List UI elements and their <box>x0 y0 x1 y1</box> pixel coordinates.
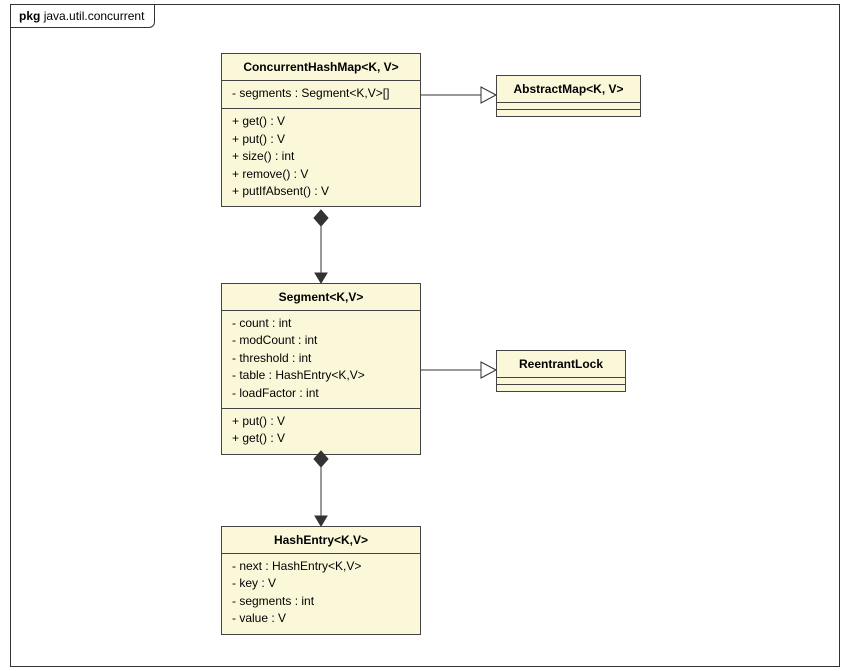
empty-methods <box>497 385 625 391</box>
class-attributes: - next : HashEntry<K,V> - key : V - segm… <box>222 554 420 634</box>
attribute-line: - threshold : int <box>232 350 410 367</box>
empty-attributes <box>497 378 625 385</box>
class-title: AbstractMap<K, V> <box>497 76 640 103</box>
attribute-line: - segments : int <box>232 593 410 610</box>
empty-attributes <box>497 103 640 110</box>
method-line: + get() : V <box>232 430 410 447</box>
method-line: + putIfAbsent() : V <box>232 183 410 200</box>
class-reentrantlock: ReentrantLock <box>496 350 626 392</box>
class-attributes: - segments : Segment<K,V>[] <box>222 81 420 109</box>
class-attributes: - count : int - modCount : int - thresho… <box>222 311 420 409</box>
attribute-line: - value : V <box>232 610 410 627</box>
package-keyword: pkg <box>19 9 40 23</box>
attribute-line: - loadFactor : int <box>232 385 410 402</box>
attribute-line: - table : HashEntry<K,V> <box>232 367 410 384</box>
class-title: ReentrantLock <box>497 351 625 378</box>
method-line: + put() : V <box>232 413 410 430</box>
attribute-line: - key : V <box>232 575 410 592</box>
class-title: HashEntry<K,V> <box>222 527 420 554</box>
attribute-line: - next : HashEntry<K,V> <box>232 558 410 575</box>
class-methods: + put() : V + get() : V <box>222 409 420 454</box>
connectors-layer <box>11 5 839 666</box>
package-name: java.util.concurrent <box>44 9 145 23</box>
class-hashentry: HashEntry<K,V> - next : HashEntry<K,V> -… <box>221 526 421 635</box>
method-line: + put() : V <box>232 131 410 148</box>
method-line: + get() : V <box>232 113 410 130</box>
class-abstractmap: AbstractMap<K, V> <box>496 75 641 117</box>
package-tab: pkg java.util.concurrent <box>10 4 155 28</box>
class-title: ConcurrentHashMap<K, V> <box>222 54 420 81</box>
attribute-line: - count : int <box>232 315 410 332</box>
class-concurrenthashmap: ConcurrentHashMap<K, V> - segments : Seg… <box>221 53 421 207</box>
method-line: + size() : int <box>232 148 410 165</box>
empty-methods <box>497 110 640 116</box>
method-line: + remove() : V <box>232 166 410 183</box>
package-frame: pkg java.util.concurrent ConcurrentHashM… <box>10 4 840 667</box>
attribute-line: - modCount : int <box>232 332 410 349</box>
class-title: Segment<K,V> <box>222 284 420 311</box>
attribute-line: - segments : Segment<K,V>[] <box>232 85 410 102</box>
class-methods: + get() : V + put() : V + size() : int +… <box>222 109 420 206</box>
class-segment: Segment<K,V> - count : int - modCount : … <box>221 283 421 455</box>
